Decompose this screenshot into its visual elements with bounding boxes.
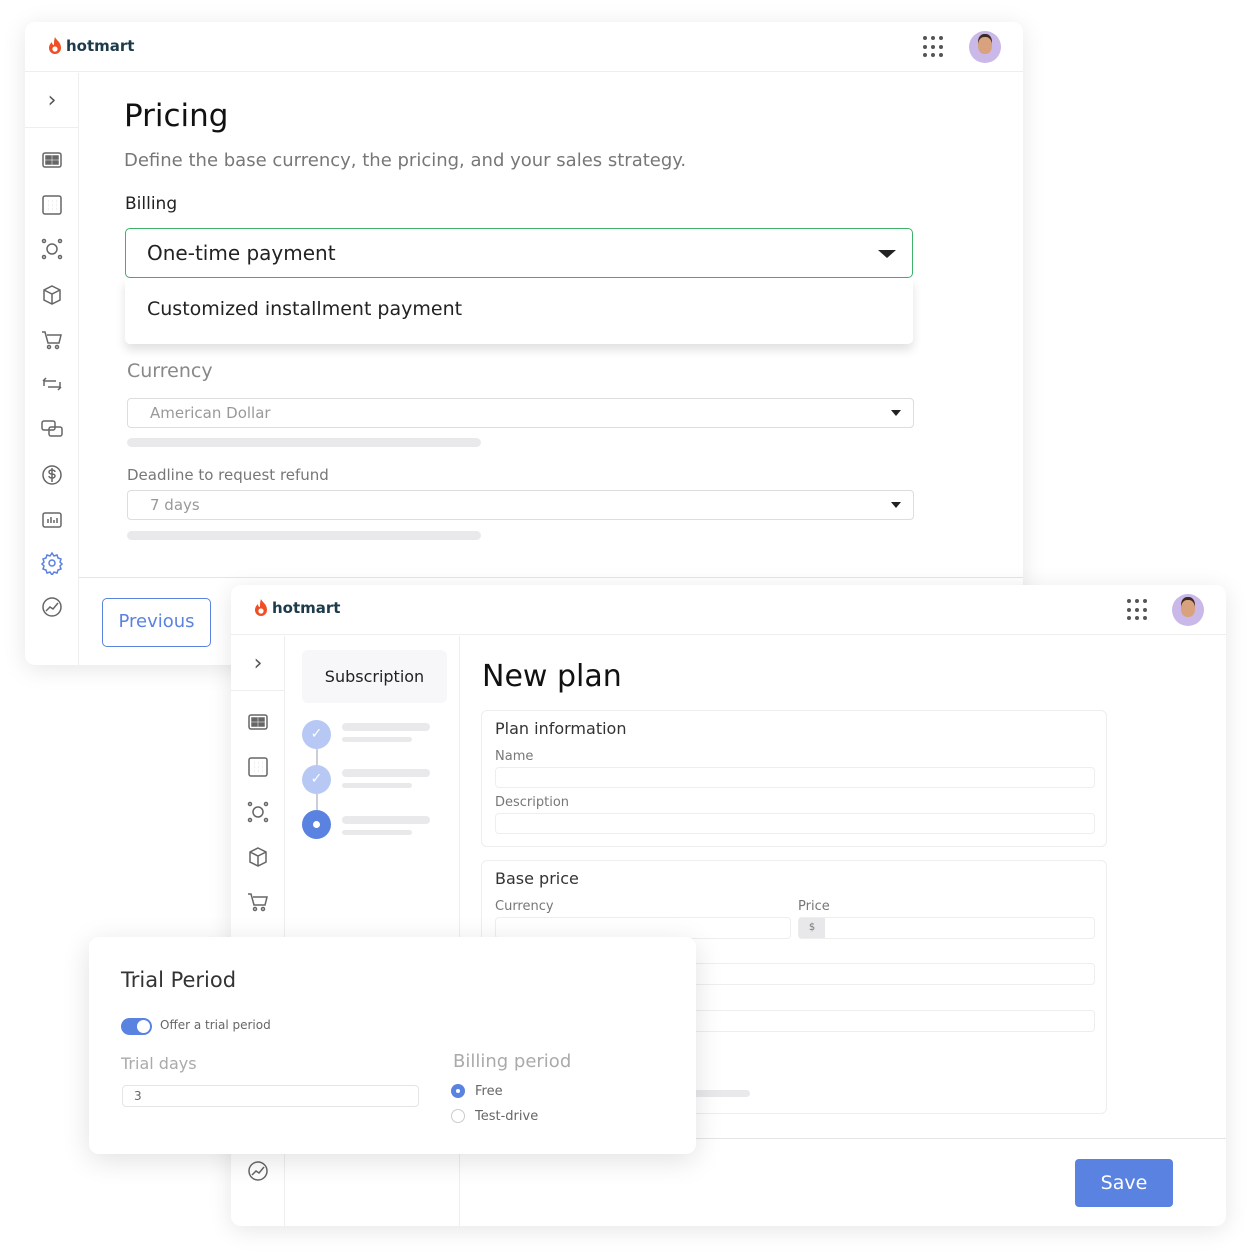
dollar-icon[interactable] bbox=[40, 463, 64, 487]
page-subtitle: Define the base currency, the pricing, a… bbox=[124, 150, 687, 171]
radio-test-drive-label: Test-drive bbox=[475, 1109, 539, 1124]
page-title: New plan bbox=[482, 659, 622, 694]
billing-label: Billing bbox=[125, 194, 178, 214]
name-label: Name bbox=[495, 749, 534, 764]
step-current-icon[interactable] bbox=[302, 810, 331, 839]
skeleton-line bbox=[342, 830, 412, 835]
caret-down-icon bbox=[891, 502, 901, 508]
avatar[interactable] bbox=[1172, 594, 1204, 626]
refund-value: 7 days bbox=[150, 496, 200, 514]
dropdown-option-installment[interactable]: Customized installment payment bbox=[147, 298, 462, 320]
price-prefix: $ bbox=[799, 918, 825, 938]
description-label: Description bbox=[495, 795, 570, 810]
radio-free-label: Free bbox=[475, 1084, 503, 1099]
card-title: Trial Period bbox=[121, 968, 237, 992]
brand-name: hotmart bbox=[66, 37, 135, 55]
currency-select[interactable]: American Dollar bbox=[127, 398, 914, 428]
apps-grid-icon[interactable] bbox=[1127, 599, 1149, 621]
save-button[interactable]: Save bbox=[1075, 1159, 1173, 1207]
page-title: Pricing bbox=[124, 98, 229, 134]
billing-select[interactable]: One-time payment bbox=[125, 228, 913, 278]
currency-label: Currency bbox=[495, 899, 554, 914]
name-input[interactable] bbox=[495, 767, 1095, 788]
settings-icon[interactable] bbox=[40, 551, 64, 577]
currency-input[interactable] bbox=[495, 917, 791, 939]
billing-selected-value: One-time payment bbox=[147, 241, 336, 265]
skeleton-line bbox=[342, 783, 412, 788]
step-done-icon[interactable]: ✓ bbox=[302, 720, 331, 749]
pricing-window: hotmart › Pricing Define the base curren… bbox=[25, 22, 1023, 665]
billing-dropdown-menu: Customized installment payment bbox=[125, 278, 913, 344]
previous-button[interactable]: Previous bbox=[102, 598, 211, 647]
hotmart-logo[interactable]: hotmart bbox=[253, 598, 340, 618]
skeleton-line bbox=[342, 737, 412, 742]
affiliate-network-icon[interactable] bbox=[246, 800, 270, 824]
cart-icon[interactable] bbox=[40, 328, 64, 352]
analytics-icon[interactable] bbox=[40, 508, 64, 532]
skeleton-line bbox=[342, 769, 430, 777]
avatar[interactable] bbox=[969, 31, 1001, 63]
skeleton-line bbox=[342, 816, 430, 824]
chat-icon[interactable] bbox=[40, 418, 64, 442]
steps-title: Subscription bbox=[302, 650, 447, 703]
affiliate-network-icon[interactable] bbox=[40, 237, 64, 261]
toggle-label: Offer a trial period bbox=[160, 1018, 271, 1032]
recurrence-icon[interactable] bbox=[40, 372, 64, 396]
trial-toggle[interactable] bbox=[121, 1018, 152, 1035]
footer-divider bbox=[79, 577, 1023, 578]
plan-info-card: Plan information Name Description bbox=[481, 710, 1107, 847]
growth-icon[interactable] bbox=[246, 1159, 270, 1183]
skeleton-line bbox=[127, 438, 481, 447]
trial-days-value: 3 bbox=[134, 1089, 142, 1103]
header: hotmart bbox=[231, 585, 1226, 635]
currency-value: American Dollar bbox=[150, 404, 271, 422]
step-connector bbox=[316, 794, 318, 810]
step-done-icon[interactable]: ✓ bbox=[302, 765, 331, 794]
dashboard-icon[interactable] bbox=[40, 148, 64, 172]
apps-grid-icon[interactable] bbox=[923, 36, 945, 58]
trial-days-input[interactable]: 3 bbox=[122, 1085, 419, 1107]
card-title: Base price bbox=[495, 869, 579, 888]
apps-icon[interactable] bbox=[40, 193, 64, 217]
refund-label: Deadline to request refund bbox=[127, 466, 329, 484]
radio-free[interactable] bbox=[451, 1084, 465, 1098]
trial-days-label: Trial days bbox=[121, 1054, 197, 1073]
expand-sidebar-chevron-icon[interactable]: › bbox=[231, 636, 285, 691]
currency-label: Currency bbox=[127, 360, 213, 382]
billing-period-label: Billing period bbox=[453, 1051, 572, 1072]
price-label: Price bbox=[798, 899, 830, 914]
brand-name: hotmart bbox=[272, 599, 341, 617]
skeleton-line bbox=[342, 723, 430, 731]
radio-test-drive[interactable] bbox=[451, 1109, 465, 1123]
growth-icon[interactable] bbox=[40, 595, 64, 619]
description-input[interactable] bbox=[495, 813, 1095, 834]
product-box-icon[interactable] bbox=[246, 845, 270, 869]
skeleton-line bbox=[127, 531, 481, 540]
sidebar: › bbox=[25, 73, 79, 665]
caret-down-icon bbox=[878, 250, 896, 258]
dashboard-icon[interactable] bbox=[246, 710, 270, 734]
product-box-icon[interactable] bbox=[40, 283, 64, 307]
header: hotmart bbox=[25, 22, 1023, 72]
trial-period-card: Trial Period Offer a trial period Trial … bbox=[89, 937, 696, 1154]
hotmart-logo[interactable]: hotmart bbox=[47, 36, 134, 56]
caret-down-icon bbox=[891, 410, 901, 416]
price-input[interactable]: $ bbox=[798, 917, 1095, 939]
apps-icon[interactable] bbox=[246, 755, 270, 779]
step-connector bbox=[316, 749, 318, 765]
cart-icon[interactable] bbox=[246, 890, 270, 914]
refund-select[interactable]: 7 days bbox=[127, 490, 914, 520]
card-title: Plan information bbox=[495, 719, 627, 738]
expand-sidebar-chevron-icon[interactable]: › bbox=[25, 73, 79, 128]
